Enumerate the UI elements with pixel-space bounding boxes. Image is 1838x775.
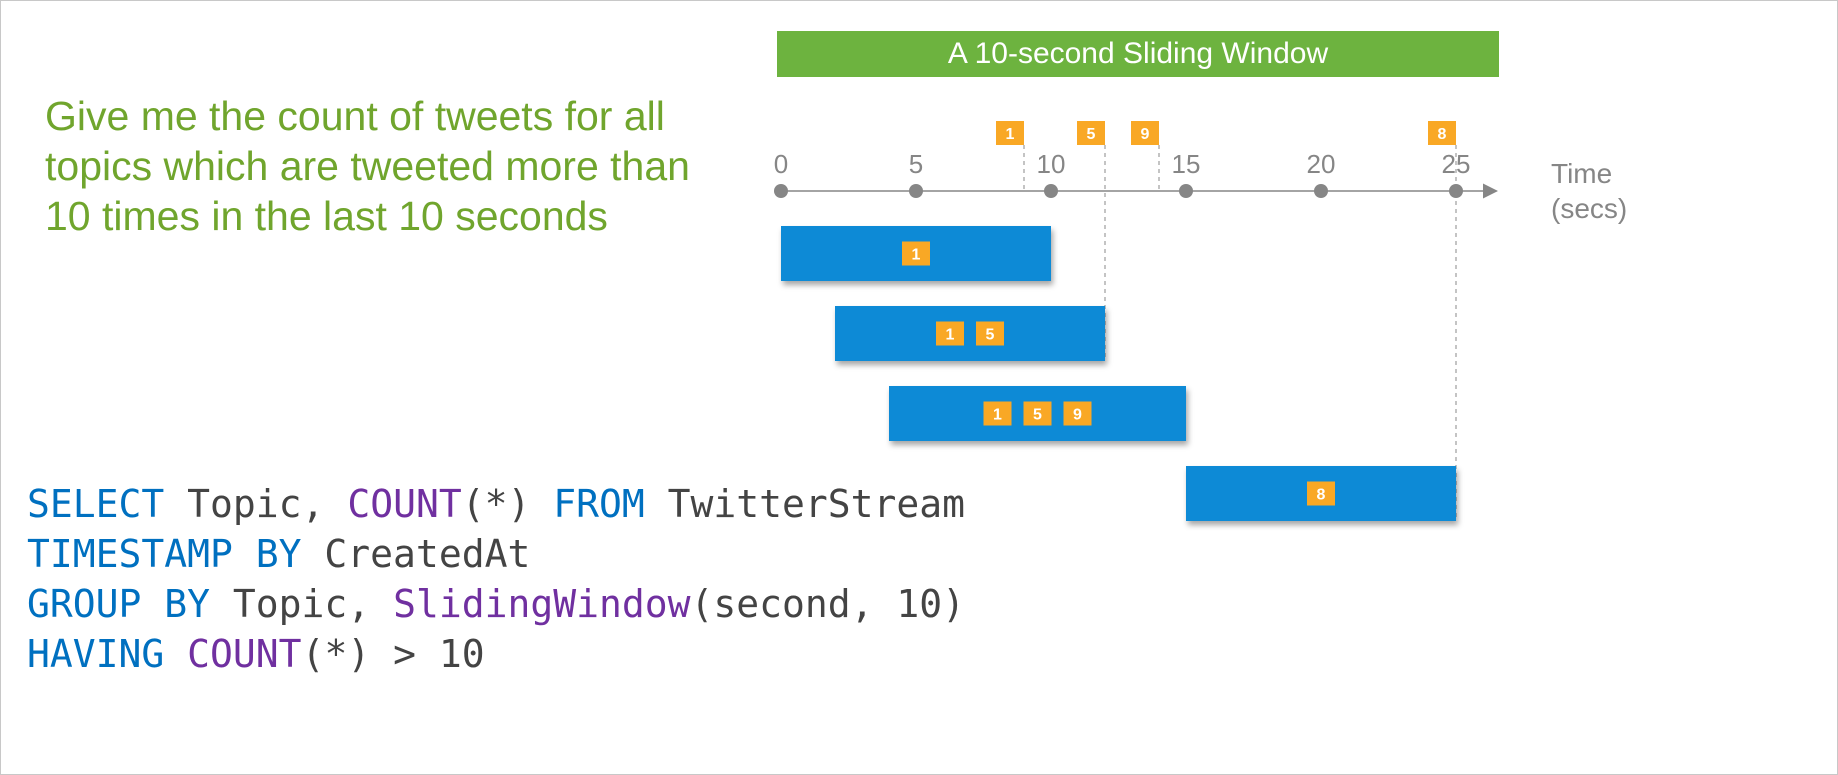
- svg-text:10: 10: [1037, 149, 1066, 179]
- sql-func-count: COUNT: [347, 482, 461, 526]
- svg-text:15: 15: [1172, 149, 1201, 179]
- svg-text:8: 8: [1317, 487, 1326, 504]
- axis-label-line1: Time: [1551, 158, 1612, 189]
- svg-text:5: 5: [909, 149, 923, 179]
- sql-text: (second, 10): [690, 582, 965, 626]
- svg-text:8: 8: [1438, 126, 1447, 143]
- sql-query: SELECT Topic, COUNT(*) FROM TwitterStrea…: [27, 479, 965, 680]
- svg-text:5: 5: [986, 327, 995, 344]
- sql-text: CreatedAt: [302, 532, 531, 576]
- sql-text: Topic,: [210, 582, 393, 626]
- sql-func-count2: COUNT: [164, 632, 301, 676]
- axis-label-line2: (secs): [1551, 193, 1627, 224]
- svg-text:20: 20: [1307, 149, 1336, 179]
- sql-text: (*) > 10: [302, 632, 485, 676]
- svg-text:1: 1: [993, 407, 1002, 424]
- svg-text:1: 1: [1006, 126, 1015, 143]
- svg-text:5: 5: [1033, 407, 1042, 424]
- query-description: Give me the count of tweets for all topi…: [45, 91, 705, 241]
- svg-text:0: 0: [774, 149, 788, 179]
- svg-text:9: 9: [1141, 126, 1150, 143]
- sql-text: (*): [462, 482, 554, 526]
- sql-keyword-from: FROM: [553, 482, 645, 526]
- sql-keyword-timestamp: TIMESTAMP BY: [27, 532, 302, 576]
- sql-text: Topic,: [164, 482, 347, 526]
- sql-keyword-select: SELECT: [27, 482, 164, 526]
- diagram-title: A 10-second Sliding Window: [777, 31, 1499, 77]
- sql-keyword-having: HAVING: [27, 632, 164, 676]
- sql-text: TwitterStream: [645, 482, 965, 526]
- sql-keyword-group: GROUP BY: [27, 582, 210, 626]
- svg-text:9: 9: [1073, 407, 1082, 424]
- svg-text:1: 1: [946, 327, 955, 344]
- svg-text:5: 5: [1087, 126, 1096, 143]
- timeline-diagram: 051015202515981151598: [761, 111, 1531, 536]
- sql-func-sliding: SlidingWindow: [393, 582, 690, 626]
- axis-label: Time (secs): [1551, 156, 1627, 226]
- svg-text:1: 1: [912, 247, 921, 264]
- slide: A 10-second Sliding Window Give me the c…: [0, 0, 1838, 775]
